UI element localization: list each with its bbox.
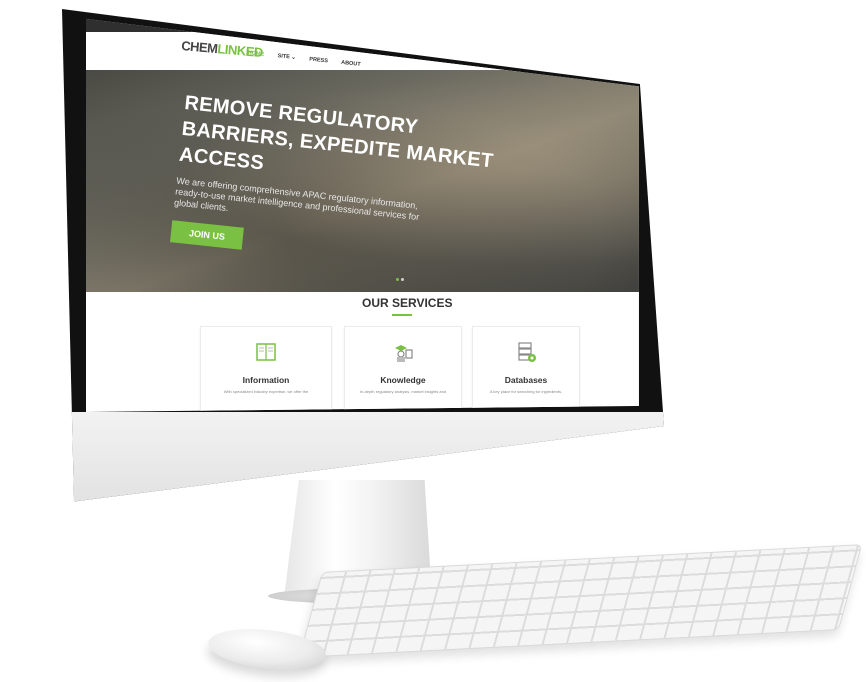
top-link-ignim[interactable]: Ignim xyxy=(390,40,403,47)
service-title: Information xyxy=(242,375,290,385)
service-desc: With specialized industry expertise, we … xyxy=(223,389,309,394)
service-desc: In-depth regulatory analysis, market ins… xyxy=(359,389,447,394)
top-link-food[interactable]: Food xyxy=(273,30,285,37)
website-screen: ChemLinked Market Chemical Food Cosmetic… xyxy=(86,18,639,412)
top-link-baipharm[interactable]: BaiPharm xyxy=(321,34,343,42)
top-link-agrochemical[interactable]: Agrochemical xyxy=(351,37,382,46)
service-card-knowledge[interactable]: Knowledge In-depth regulatory analysis, … xyxy=(344,326,462,412)
service-title: Knowledge xyxy=(380,375,426,385)
slider-dot-1[interactable] xyxy=(396,278,399,281)
service-title: Databases xyxy=(504,375,548,385)
slider-dots xyxy=(396,268,406,286)
graduate-icon xyxy=(395,345,413,362)
service-card-databases[interactable]: Databases A key place for searching for … xyxy=(472,326,580,412)
book-icon xyxy=(256,343,276,361)
top-link-cosmetic[interactable]: Cosmetic xyxy=(292,32,313,40)
service-card-information[interactable]: Information With specialized industry ex… xyxy=(200,326,332,412)
database-icon xyxy=(518,342,536,362)
service-desc: A key place for searching for ingredient… xyxy=(489,389,563,394)
services-title: OUR SERVICES xyxy=(362,296,453,310)
logo-main-text: CHEM xyxy=(180,38,219,57)
slider-dot-2[interactable] xyxy=(401,278,404,281)
services-underline xyxy=(392,314,412,316)
